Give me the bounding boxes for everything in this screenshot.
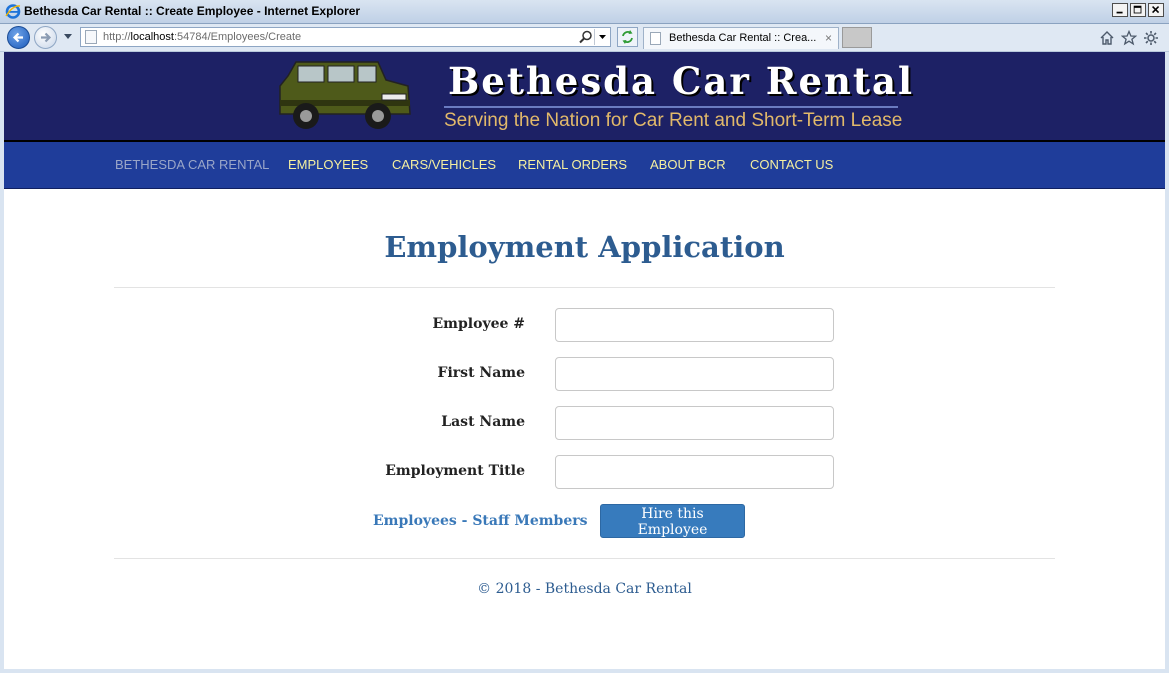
last-name-input[interactable] [555,406,834,440]
forward-button[interactable] [34,26,57,49]
main-menu: BETHESDA CAR RENTAL EMPLOYEES CARS/VEHIC… [4,142,1165,189]
menu-item-rental-orders[interactable]: RENTAL ORDERS [518,157,627,172]
menu-brand-link[interactable]: BETHESDA CAR RENTAL [115,157,269,172]
address-bar[interactable]: http://localhost:54784/Employees/Create [80,27,611,47]
footer-copyright: © 2018 - Bethesda Car Rental [477,581,692,597]
close-button[interactable] [1148,3,1164,17]
maximize-icon [1133,5,1142,14]
browser-toolbar: http://localhost:54784/Employees/Create … [0,24,1169,52]
home-icon[interactable] [1099,30,1115,46]
hire-employee-button[interactable]: Hire this Employee [600,504,745,538]
url-path: :54784/Employees/Create [173,31,302,43]
menu-item-employees[interactable]: EMPLOYEES [288,157,368,172]
footer-divider [114,558,1055,559]
close-icon [1152,6,1160,14]
tab-page-icon [650,32,661,45]
menu-item-cars-vehicles[interactable]: CARS/VEHICLES [392,157,496,172]
tab-close-icon[interactable]: × [825,31,832,45]
back-button[interactable] [7,26,30,49]
window-frame-left [0,52,4,673]
employment-title-label: Employment Title [385,463,525,479]
window-frame-right [1165,52,1169,673]
page-viewport: Bethesda Car Rental Serving the Nation f… [4,52,1165,671]
title-bar: Bethesda Car Rental :: Create Employee -… [0,0,1169,24]
search-icon[interactable] [579,30,593,44]
url-prefix: http:// [103,31,131,43]
window-frame-bottom [0,669,1169,673]
site-title: Bethesda Car Rental [448,59,915,103]
minimize-button[interactable] [1112,3,1128,17]
favorites-icon[interactable] [1121,30,1137,46]
refresh-button[interactable] [617,27,638,47]
address-dropdown-button[interactable] [594,29,610,45]
forward-icon [41,32,52,43]
new-tab-button[interactable] [842,27,872,48]
employment-title-input[interactable] [555,455,834,489]
title-divider [444,106,898,108]
page-icon [85,30,97,44]
address-url[interactable]: http://localhost:54784/Employees/Create [103,31,301,43]
car-logo-icon [279,61,411,129]
site-banner: Bethesda Car Rental Serving the Nation f… [4,52,1165,142]
staff-members-link[interactable]: Employees - Staff Members [373,513,588,529]
page-title: Employment Application [384,230,785,264]
ie-logo-icon [5,4,21,19]
chevron-down-icon [599,35,606,39]
window-title: Bethesda Car Rental :: Create Employee -… [24,4,361,18]
refresh-icon [622,30,633,44]
window-controls [1112,3,1164,17]
history-dropdown-icon[interactable] [63,33,73,41]
tab-current[interactable]: Bethesda Car Rental :: Crea... × [643,27,839,49]
menu-item-about-bcr[interactable]: ABOUT BCR [650,157,726,172]
employee-number-label: Employee # [432,316,525,332]
tab-title: Bethesda Car Rental :: Crea... [669,32,817,44]
back-icon [12,32,23,43]
maximize-button[interactable] [1130,3,1146,17]
minimize-icon [1116,11,1123,14]
first-name-input[interactable] [555,357,834,391]
first-name-label: First Name [437,365,525,381]
employee-number-input[interactable] [555,308,834,342]
browser-tools [1099,30,1159,46]
tools-icon[interactable] [1143,30,1159,46]
site-tagline: Serving the Nation for Car Rent and Shor… [444,110,903,131]
url-host: localhost [130,31,174,43]
last-name-label: Last Name [441,414,525,430]
heading-divider [114,287,1055,288]
menu-item-contact-us[interactable]: CONTACT US [750,157,833,172]
